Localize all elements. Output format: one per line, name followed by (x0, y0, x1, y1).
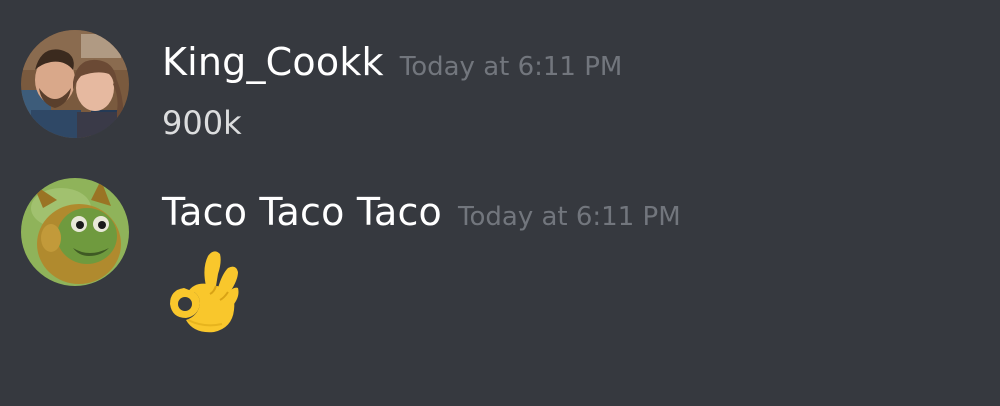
timestamp: Today at 6:11 PM (399, 52, 623, 82)
chat-messages: King_Cookk Today at 6:11 PM 900k Taco Ta… (0, 0, 1000, 406)
message-content: 900k (162, 104, 242, 142)
ok-hand-emoji-icon (164, 248, 240, 334)
avatar-cartoon-icon (21, 178, 129, 286)
username[interactable]: Taco Taco Taco (162, 190, 442, 234)
timestamp: Today at 6:11 PM (458, 202, 681, 232)
message-header: Taco Taco Taco Today at 6:11 PM (162, 190, 681, 234)
message-group: King_Cookk Today at 6:11 PM 900k (0, 30, 1000, 142)
username[interactable]: King_Cookk (162, 40, 384, 84)
avatar-photo-icon (21, 30, 129, 138)
user-avatar[interactable] (21, 178, 129, 286)
user-avatar[interactable] (21, 30, 129, 138)
message-group: Taco Taco Taco Today at 6:11 PM (0, 178, 1000, 338)
message-header: King_Cookk Today at 6:11 PM (162, 40, 622, 84)
